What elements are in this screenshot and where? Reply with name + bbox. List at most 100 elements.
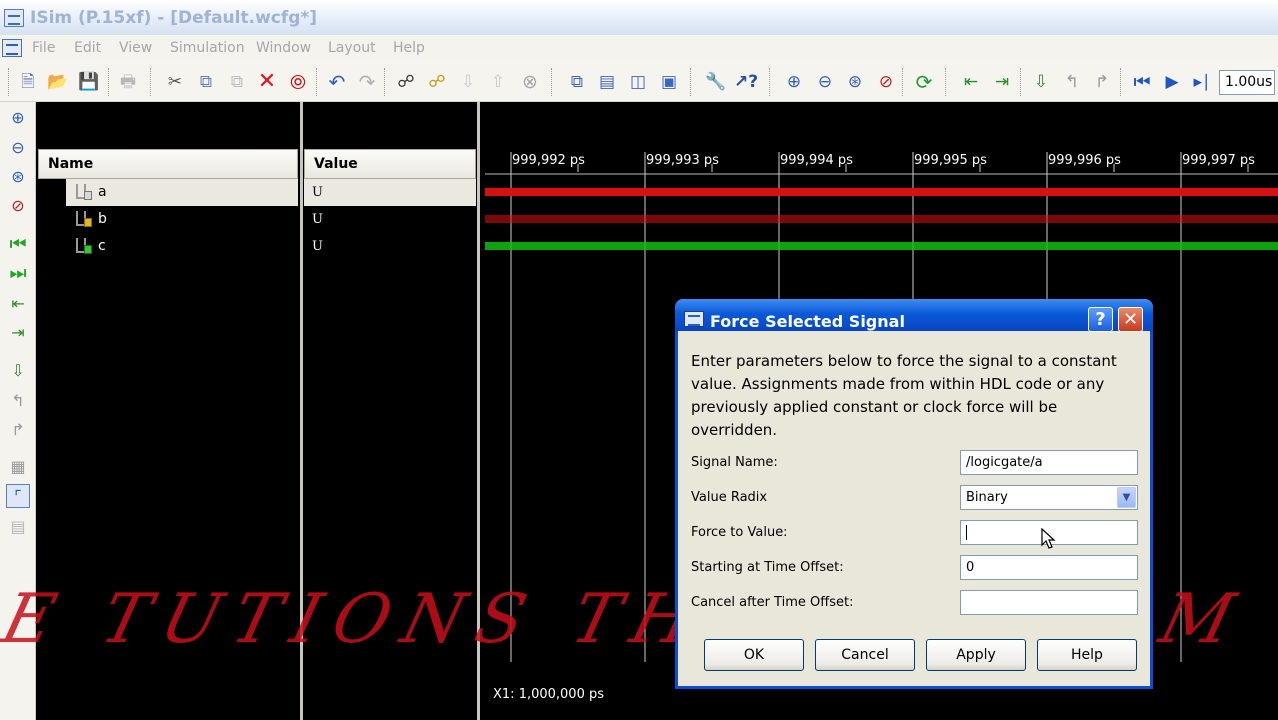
- value-radix-selected: Binary: [966, 490, 1008, 505]
- zoom-in-icon[interactable]: ⊕: [782, 70, 806, 94]
- refresh-icon[interactable]: ⟳: [912, 70, 936, 94]
- cancel-button[interactable]: Cancel: [815, 639, 915, 671]
- zoom-out-icon[interactable]: ⊖: [6, 135, 30, 159]
- step-forward-icon[interactable]: ↱: [1090, 70, 1114, 94]
- signal-name-field[interactable]: /logicgate/a: [960, 450, 1138, 475]
- signal-name-label: Signal Name:: [691, 455, 778, 470]
- paste-icon[interactable]: ⧉: [225, 70, 249, 94]
- swap-cursors-icon[interactable]: ▦: [6, 454, 30, 478]
- play-icon[interactable]: ▶: [1160, 70, 1184, 94]
- signal-name: b: [98, 211, 107, 227]
- arrow-up-icon[interactable]: ⇧: [486, 70, 510, 94]
- value-row-b[interactable]: U: [304, 206, 476, 233]
- cancel-offset-field[interactable]: [960, 590, 1138, 615]
- ok-button[interactable]: OK: [704, 639, 804, 671]
- previous-transition-icon[interactable]: ⇤: [6, 291, 30, 315]
- dialog-title: Force Selected Signal: [710, 312, 905, 331]
- stop-icon[interactable]: ⦾: [286, 70, 310, 94]
- dialog-title-bar[interactable]: Force Selected Signal ? ✕: [675, 299, 1153, 332]
- value-column-header[interactable]: Value: [304, 149, 476, 179]
- time-tick-label: 999,994 ps: [780, 153, 853, 168]
- start-offset-field[interactable]: 0: [960, 555, 1138, 580]
- menu-help[interactable]: Help: [393, 40, 425, 56]
- apply-button[interactable]: Apply: [926, 639, 1026, 671]
- isim-app-icon: [4, 9, 24, 27]
- signal-trace-b[interactable]: [485, 215, 1278, 223]
- previous-marker-icon[interactable]: ↰: [6, 388, 30, 412]
- time-tick-label: 999,996 ps: [1048, 153, 1121, 168]
- toolbar-separator: [316, 68, 318, 96]
- redo-icon[interactable]: ↷: [355, 70, 379, 94]
- signal-row-b[interactable]: b: [66, 206, 298, 233]
- float-icon[interactable]: ▣: [657, 70, 681, 94]
- help-question-icon[interactable]: ?: [1088, 307, 1113, 332]
- next-transition-icon[interactable]: ⇥: [6, 320, 30, 344]
- run-all-icon[interactable]: ⇥: [990, 70, 1014, 94]
- toolbar-separator: [108, 68, 110, 96]
- go-to-start-icon[interactable]: ⏮: [6, 232, 30, 256]
- relaunch-icon[interactable]: ⏮: [1130, 70, 1154, 94]
- cancel-icon[interactable]: ⊗: [518, 70, 542, 94]
- signal-traces: [485, 188, 1278, 250]
- print-icon[interactable]: 🖶: [116, 70, 140, 94]
- save-icon[interactable]: 💾: [77, 70, 101, 94]
- name-column-header[interactable]: Name: [38, 149, 298, 179]
- toolbar-separator: [769, 68, 771, 96]
- toolbar-separator: [945, 68, 947, 96]
- menu-simulation[interactable]: Simulation: [170, 40, 245, 56]
- zoom-out-icon[interactable]: ⊖: [813, 70, 837, 94]
- cascade-icon[interactable]: ⧉: [565, 70, 589, 94]
- zoom-fit-icon[interactable]: ⊛: [6, 164, 30, 188]
- snap-to-transition-icon[interactable]: ⌜: [6, 484, 30, 508]
- run-for-icon[interactable]: ▸∣: [1190, 70, 1214, 94]
- signal-row-c[interactable]: c: [66, 233, 298, 260]
- add-marker-icon[interactable]: ⇩: [6, 358, 30, 382]
- window-title: ISim (P.15xf) - [Default.wcfg*]: [30, 8, 318, 28]
- copy-icon[interactable]: ⧉: [194, 70, 218, 94]
- tile-horizontal-icon[interactable]: ▤: [595, 70, 619, 94]
- value-row-c[interactable]: U: [304, 233, 476, 260]
- tile-vertical-icon[interactable]: ◫: [626, 70, 650, 94]
- dialog-app-icon: [684, 311, 704, 327]
- value-row-a[interactable]: U: [304, 179, 476, 206]
- find-next-icon[interactable]: ☍: [425, 70, 449, 94]
- signal-row-a[interactable]: a: [66, 179, 298, 206]
- context-help-icon[interactable]: ↗?: [734, 70, 758, 94]
- menu-window[interactable]: Window: [256, 40, 311, 56]
- signal-trace-a[interactable]: [485, 188, 1278, 196]
- zoom-fit-icon[interactable]: ⊛: [843, 70, 867, 94]
- cut-icon[interactable]: ✂: [163, 70, 187, 94]
- settings-icon[interactable]: 🔧: [704, 70, 728, 94]
- menu-view[interactable]: View: [119, 40, 152, 56]
- delete-icon[interactable]: ✕: [255, 70, 279, 94]
- find-icon[interactable]: ☍: [394, 70, 418, 94]
- isim-window: ISim (P.15xf) - [Default.wcfg*] File Edi…: [0, 0, 1278, 720]
- open-icon[interactable]: 📂: [46, 70, 70, 94]
- step-back-icon[interactable]: ↰: [1060, 70, 1084, 94]
- arrow-down-icon[interactable]: ⇩: [456, 70, 480, 94]
- menu-edit[interactable]: Edit: [74, 40, 101, 56]
- run-time-field[interactable]: 1.00us: [1219, 70, 1275, 95]
- title-bar: ISim (P.15xf) - [Default.wcfg*]: [0, 0, 1278, 35]
- signal-trace-c[interactable]: [485, 242, 1278, 250]
- zoom-full-icon[interactable]: ⊘: [874, 70, 898, 94]
- zoom-in-icon[interactable]: ⊕: [6, 105, 30, 129]
- toolbar-separator: [902, 68, 904, 96]
- next-marker-icon[interactable]: ↱: [6, 417, 30, 441]
- signal-waveform-icon: [74, 237, 94, 255]
- value-radix-select[interactable]: Binary ▼: [960, 485, 1138, 510]
- undo-icon[interactable]: ↶: [325, 70, 349, 94]
- run-icon[interactable]: ⇩: [1029, 70, 1053, 94]
- chevron-down-icon[interactable]: ▼: [1117, 487, 1136, 508]
- zoom-cursor-icon[interactable]: ⊘: [6, 193, 30, 217]
- restart-icon[interactable]: ⇤: [959, 70, 983, 94]
- new-icon[interactable]: 🗎: [16, 70, 40, 94]
- close-icon[interactable]: ✕: [1118, 307, 1143, 332]
- go-to-end-icon[interactable]: ⏭: [6, 261, 30, 285]
- document-menu-icon[interactable]: [2, 39, 22, 57]
- menu-layout[interactable]: Layout: [328, 40, 376, 56]
- help-button[interactable]: Help: [1037, 639, 1137, 671]
- signal-values-panel: Value U U U: [303, 102, 477, 720]
- menu-file[interactable]: File: [32, 40, 55, 56]
- floating-ruler-icon[interactable]: ▤: [6, 514, 30, 538]
